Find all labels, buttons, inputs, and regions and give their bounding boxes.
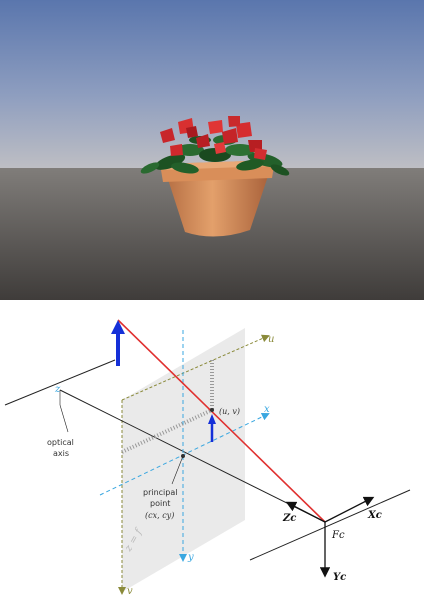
principal-point-label-2: point [150, 499, 170, 508]
camera-center-label: Fc [331, 530, 345, 541]
front-line [249, 489, 411, 561]
camera-model-diagram: u v x y z optical axis principal point (… [0, 305, 424, 600]
diagram-svg: u v x y z optical axis principal point (… [4, 319, 411, 597]
image-point-dot [210, 408, 214, 412]
camera-x-label: Xc [367, 510, 382, 521]
optical-axis-leader [59, 404, 69, 433]
x-axis-label: x [264, 404, 270, 415]
v-axis-label: v [127, 586, 133, 597]
y-axis-label: y [187, 552, 194, 563]
camera-z-label: Zc [282, 513, 296, 524]
image-point-label: (u, v) [219, 407, 240, 416]
z-axis-label: z [54, 384, 61, 395]
camera-y-label: Yc [333, 572, 346, 583]
optical-axis-label-2: axis [53, 449, 69, 458]
optical-axis-label-1: optical [47, 438, 74, 447]
scene-render [0, 0, 424, 300]
principal-point-coords: (cx, cy) [145, 511, 174, 520]
principal-point-label-1: principal [143, 488, 177, 497]
u-axis-label: u [268, 334, 274, 345]
scene-svg [0, 0, 424, 300]
sky [0, 0, 424, 170]
object-arrow-head [111, 320, 125, 334]
